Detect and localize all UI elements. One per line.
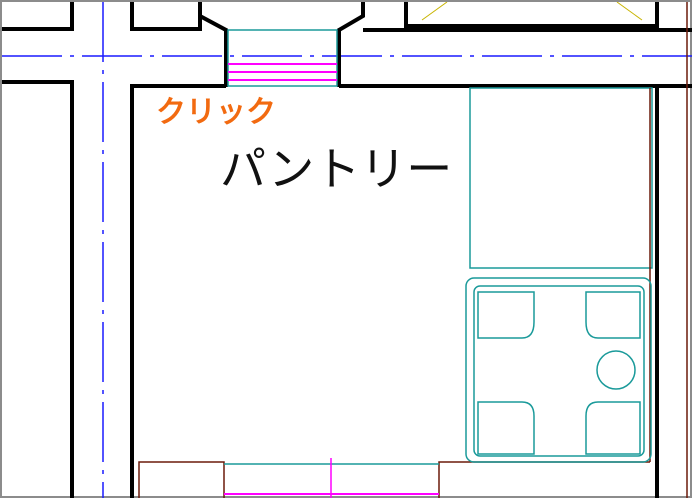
floor-plan-frame: クリック パントリー — [0, 0, 692, 498]
wall-stub-right — [337, 2, 365, 87]
window-top — [227, 29, 338, 87]
walls — [2, 2, 692, 498]
top-right-fixture — [421, 2, 643, 21]
room-label-pantry: パントリー — [220, 142, 453, 196]
window-bottom — [224, 458, 439, 498]
floor-plan-drawing — [2, 2, 692, 498]
cabinetry-outline — [138, 2, 688, 498]
wall-top-left — [2, 2, 74, 31]
counter-cabinet — [469, 87, 653, 269]
wall-top-right-room — [404, 2, 659, 28]
wall-top-left-inner — [130, 2, 202, 31]
stove-top-icon — [465, 277, 652, 463]
wall-horizontal-inner — [130, 84, 226, 498]
wall-horizontal-left — [2, 80, 74, 498]
center-lines — [2, 2, 692, 498]
wall-stub-left — [198, 2, 228, 87]
click-link[interactable]: クリック — [156, 98, 276, 128]
